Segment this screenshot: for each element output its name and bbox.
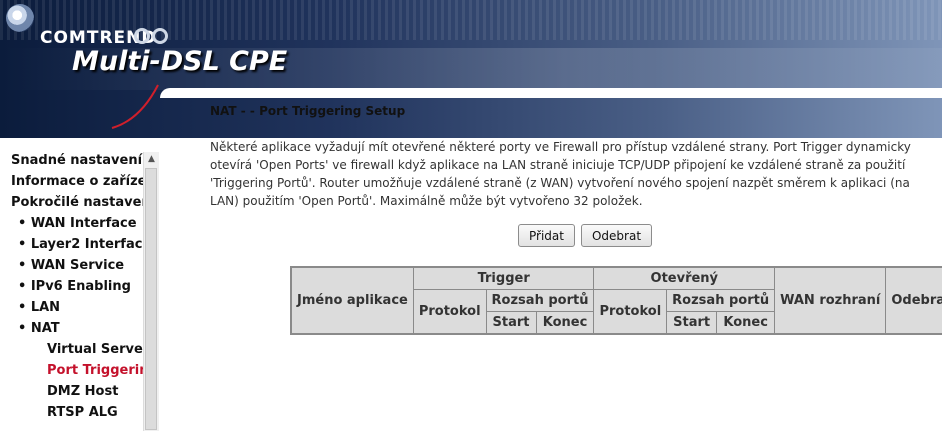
sidebar-item-advanced-setup[interactable]: Pokročilé nastavení (0, 192, 154, 213)
circle-icon (152, 28, 168, 44)
col-trigger: Trigger (412, 266, 595, 290)
col-opened: Otevřený (593, 266, 776, 290)
scroll-up-arrow-icon[interactable]: ▲ (144, 152, 159, 167)
col-trigger-end: Konec (535, 311, 595, 335)
col-remove: Odebrat (885, 266, 942, 335)
content-top-edge (160, 88, 942, 98)
col-app-name: Jméno aplikace (290, 266, 414, 335)
sidebar-item-port-triggering[interactable]: Port Triggering (0, 360, 190, 381)
col-opened-protocol: Protokol (593, 289, 668, 335)
sidebar: Snadné nastavení Informace o zařízení Po… (0, 150, 160, 431)
col-trigger-protocol: Protokol (412, 289, 487, 335)
product-name: Multi-DSL CPE (72, 46, 288, 77)
main-content: NAT - - Port Triggering Setup Některé ap… (210, 104, 942, 335)
col-trigger-start: Start (485, 311, 537, 335)
scroll-thumb[interactable] (145, 168, 157, 430)
sidebar-item-quick-setup[interactable]: Snadné nastavení (0, 150, 154, 171)
comtrend-logo-icon (6, 4, 34, 32)
table-header-row: Jméno aplikace Trigger Otevřený WAN rozh… (290, 266, 942, 335)
sidebar-item-dmz-host[interactable]: DMZ Host (0, 381, 190, 402)
sidebar-item-rtsp-alg[interactable]: RTSP ALG (0, 402, 190, 423)
sidebar-item-wan-service[interactable]: • WAN Service (0, 255, 161, 276)
sidebar-item-ipv6-enabling[interactable]: • IPv6 Enabling (0, 276, 161, 297)
col-opened-port-range: Rozsah portů (666, 289, 776, 312)
sidebar-item-nat[interactable]: • NAT (0, 318, 161, 339)
col-opened-end: Konec (716, 311, 776, 335)
sidebar-item-wan-interface[interactable]: • WAN Interface (0, 213, 161, 234)
brand-circles (134, 28, 170, 48)
sidebar-item-virtual-servers[interactable]: Virtual Servers (0, 339, 190, 360)
sidebar-scrollbar[interactable]: ▲ (143, 152, 159, 431)
page-description: Některé aplikace vyžadují mít otevřené n… (210, 140, 911, 208)
col-wan-interface: WAN rozhraní (774, 266, 887, 335)
page-title: NAT - - Port Triggering Setup (210, 104, 406, 118)
col-opened-start: Start (666, 311, 718, 335)
circle-icon (134, 28, 150, 44)
sidebar-item-lan[interactable]: • LAN (0, 297, 161, 318)
remove-button[interactable]: Odebrat (580, 224, 653, 247)
red-swoosh-icon (111, 84, 159, 129)
port-trigger-table: Jméno aplikace Trigger Otevřený WAN rozh… (290, 266, 942, 335)
sidebar-item-layer2-interface[interactable]: • Layer2 Interface (0, 234, 161, 255)
sidebar-top-edge (0, 138, 160, 148)
add-button[interactable]: Přidat (518, 224, 575, 247)
sidebar-item-device-info[interactable]: Informace o zařízení (0, 171, 154, 192)
col-trigger-port-range: Rozsah portů (485, 289, 595, 312)
action-buttons: Přidat Odebrat (518, 224, 658, 247)
